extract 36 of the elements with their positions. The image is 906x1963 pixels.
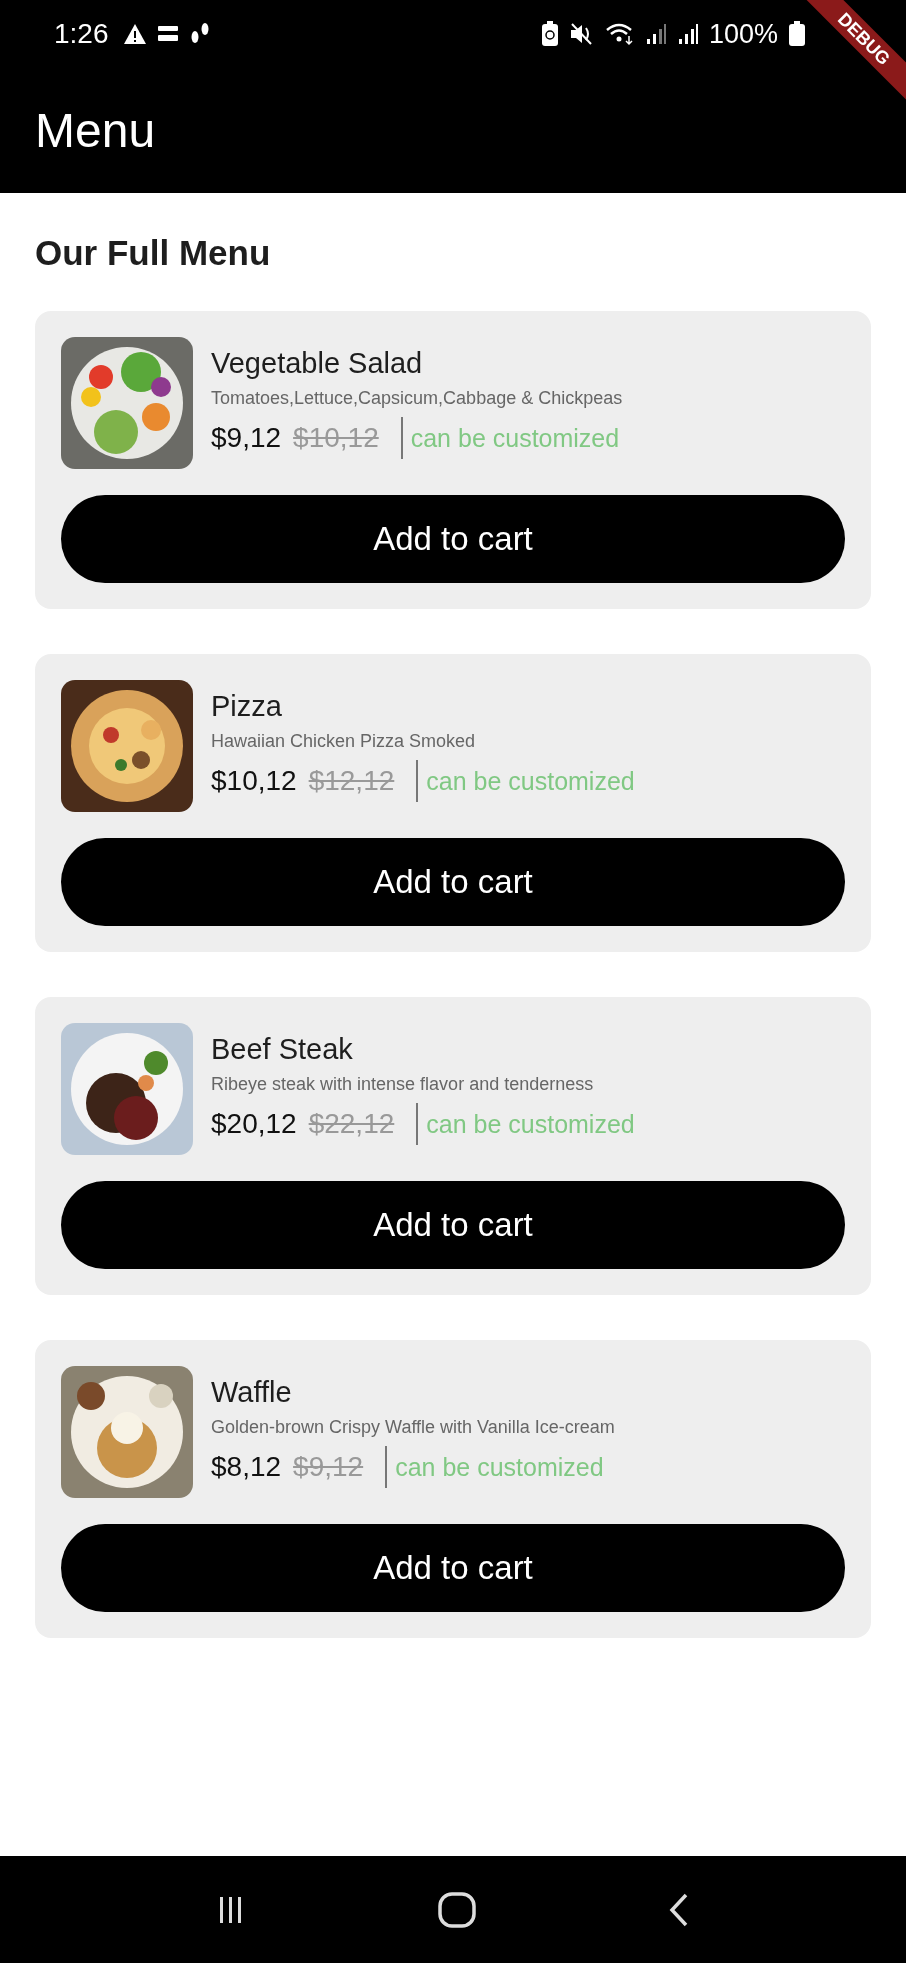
- old-price: $10,12: [293, 422, 379, 454]
- price: $9,12: [211, 422, 282, 454]
- item-description: Golden-brown Crispy Waffle with Vanilla Ice-cream: [211, 1417, 615, 1438]
- signal-icon: [644, 23, 667, 45]
- price: $20,12: [211, 1108, 297, 1140]
- battery-saver-icon: [540, 21, 559, 47]
- app-bar-title: Menu: [35, 103, 156, 158]
- old-price: $22,12: [308, 1108, 395, 1140]
- old-price: $9,12: [293, 1451, 364, 1483]
- customizable-note: can be customized: [426, 1109, 635, 1139]
- add-to-cart-button[interactable]: Add to cart: [61, 495, 845, 583]
- home-icon[interactable]: [437, 1890, 477, 1929]
- price: $8,12: [211, 1451, 282, 1483]
- item-description: Hawaiian Chicken Pizza Smoked: [211, 731, 477, 752]
- item-description: Tomatoes,Lettuce,Capsicum,Cabbage & Chickpeas: [211, 388, 623, 409]
- mute-icon: [568, 22, 595, 46]
- item-name: Beef Steak: [211, 1033, 354, 1066]
- warning-icon: [122, 23, 147, 45]
- item-description: Ribeye steak with intense flavor and tenderness: [211, 1074, 595, 1095]
- section-heading: Our Full Menu: [35, 233, 272, 273]
- customizable-note: can be customized: [395, 1452, 604, 1482]
- battery-icon: [788, 21, 806, 47]
- item-name: Waffle: [211, 1376, 293, 1409]
- customizable-note: can be customized: [426, 766, 635, 796]
- add-to-cart-button[interactable]: Add to cart: [61, 838, 845, 926]
- add-to-cart-button[interactable]: Add to cart: [61, 1524, 845, 1612]
- old-price: $12,12: [308, 765, 395, 797]
- battery-percent: 100%: [708, 18, 778, 50]
- customizable-note: can be customized: [410, 423, 620, 453]
- signal-icon: [676, 23, 699, 45]
- item-name: Pizza: [211, 690, 283, 723]
- item-name: Vegetable Salad: [211, 347, 424, 380]
- price: $10,12: [211, 765, 297, 797]
- wifi-icon: [604, 22, 635, 46]
- add-to-cart-button[interactable]: Add to cart: [61, 1181, 845, 1269]
- status-time: 1:26: [54, 18, 109, 50]
